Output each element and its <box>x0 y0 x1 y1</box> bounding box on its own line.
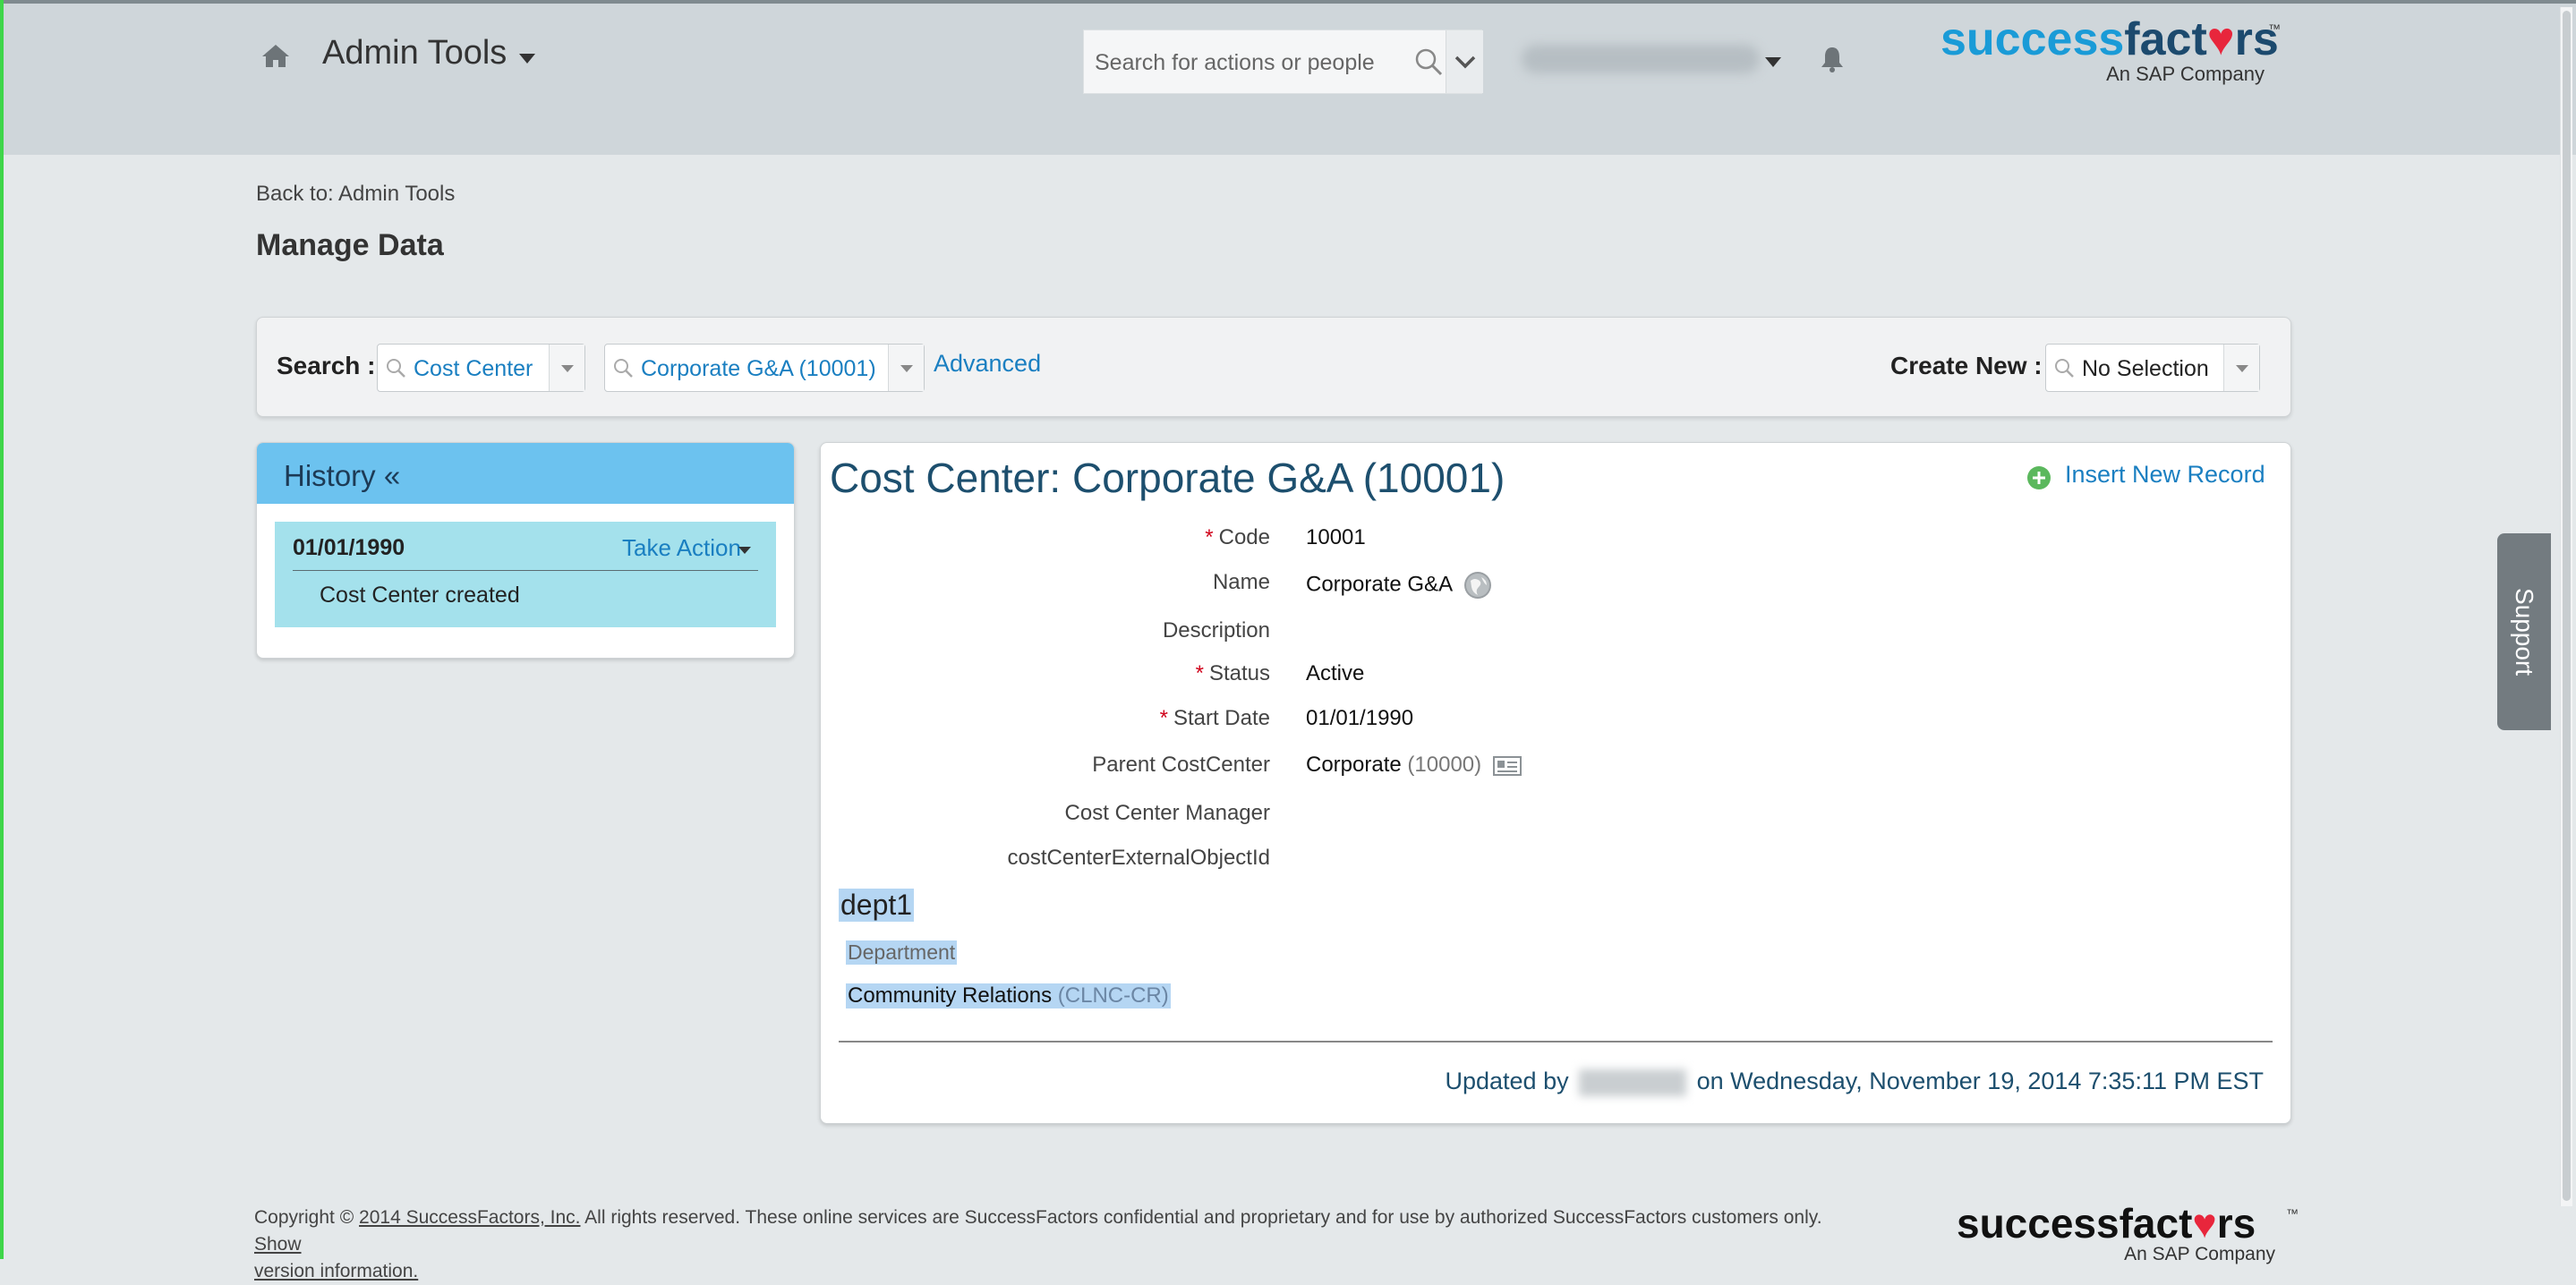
chevron-down-icon[interactable] <box>2223 345 2259 391</box>
page-title: Manage Data <box>256 228 444 262</box>
search-icon <box>614 359 633 378</box>
window-frame-top <box>0 0 2576 4</box>
add-circle-icon[interactable] <box>2026 464 2052 491</box>
create-new-value[interactable]: No Selection <box>2082 356 2209 382</box>
home-icon[interactable] <box>260 41 292 70</box>
field-label-description: Description <box>1162 618 1270 642</box>
app-menu-caret-icon[interactable] <box>519 54 535 64</box>
show-version-link-part2[interactable]: version information. <box>254 1261 418 1281</box>
take-action-menu[interactable]: Take Action <box>622 534 741 562</box>
field-label-code: * Code <box>1205 525 1270 549</box>
object-record-value[interactable]: Corporate G&A (10001) <box>641 356 876 382</box>
object-type-combo[interactable]: Cost Center <box>377 344 585 392</box>
user-menu-caret-icon[interactable] <box>1765 57 1781 67</box>
search-input[interactable]: Search for actions or people <box>1095 50 1375 76</box>
chevron-down-icon[interactable] <box>888 345 924 391</box>
footer-copyright: Copyright © 2014 SuccessFactors, Inc. Al… <box>254 1207 1822 1281</box>
create-new-label: Create New : <box>1890 352 2043 379</box>
dept-field-value: Community Relations (CLNC-CR) <box>846 983 1171 1008</box>
field-label-parent-costcenter: Parent CostCenter <box>1092 753 1270 777</box>
advanced-search-link[interactable]: Advanced <box>934 350 1041 378</box>
field-value-name: Corporate G&A <box>1306 570 1493 600</box>
field-label-cost-center-manager: Cost Center Manager <box>1064 801 1270 825</box>
global-search-box[interactable]: Search for actions or people <box>1083 30 1483 94</box>
create-new-combo[interactable]: No Selection <box>2045 344 2260 392</box>
successfactors-logo: successfact♥rs ™ An SAP Company <box>1941 13 2281 85</box>
history-entry[interactable]: 01/01/1990 Take Action Cost Center creat… <box>275 522 776 627</box>
field-label-name: Name <box>1212 570 1270 594</box>
object-record-combo[interactable]: Corporate G&A (10001) <box>604 344 925 392</box>
field-value-status: Active <box>1306 661 1365 685</box>
copyright-link[interactable]: 2014 SuccessFactors, Inc. <box>359 1207 580 1228</box>
updated-by-line: Updated by on Wednesday, November 19, 20… <box>1445 1068 2264 1096</box>
scrollbar-thumb[interactable] <box>2563 11 2571 1201</box>
record-panel: Cost Center: Corporate G&A (10001) Inser… <box>820 442 2291 1124</box>
support-label[interactable]: Support <box>2510 588 2538 676</box>
support-tab[interactable]: Support <box>2497 533 2551 730</box>
history-panel: History « 01/01/1990 Take Action Cost Ce… <box>256 442 795 659</box>
search-icon[interactable] <box>1413 47 1444 77</box>
field-label-start-date: * Start Date <box>1159 706 1270 730</box>
back-to-admin-tools-link[interactable]: Back to: Admin Tools <box>256 182 455 207</box>
field-label-status: * Status <box>1195 661 1270 685</box>
field-value-code: 10001 <box>1306 525 1366 549</box>
search-label: Search : <box>277 352 376 379</box>
app-title[interactable]: Admin Tools <box>322 34 507 72</box>
bell-icon[interactable] <box>1819 45 1846 73</box>
object-type-value[interactable]: Cost Center <box>414 356 533 382</box>
history-entry-description: Cost Center created <box>320 583 520 608</box>
take-action-caret-icon[interactable] <box>738 547 751 554</box>
dept-field-label: Department <box>846 940 958 965</box>
record-divider <box>839 1041 2273 1042</box>
search-bar: Search : Cost Center Corporate G&A (1000… <box>256 317 2291 417</box>
page-scrollbar[interactable] <box>2560 7 2572 1206</box>
search-icon <box>2055 359 2074 378</box>
chevron-down-icon[interactable] <box>549 345 584 391</box>
history-header[interactable]: History « <box>257 443 794 504</box>
record-title: Cost Center: Corporate G&A (10001) <box>830 455 1506 501</box>
details-card-icon[interactable] <box>1492 755 1522 777</box>
search-icon <box>387 359 405 378</box>
field-label-external-object-id: costCenterExternalObjectId <box>1007 846 1270 870</box>
top-header: Admin Tools Search for actions or people… <box>0 0 2576 155</box>
history-title[interactable]: History « <box>284 459 400 493</box>
footer-successfactors-logo: successfact♥rs ™ An SAP Company <box>1957 1200 2299 1264</box>
field-value-parent-costcenter[interactable]: Corporate (10000) <box>1306 753 1522 778</box>
updated-by-user-blurred <box>1579 1068 1687 1096</box>
insert-new-record-link[interactable]: Insert New Record <box>2065 461 2265 489</box>
show-version-link-part1[interactable]: Show <box>254 1234 302 1255</box>
user-name-blurred[interactable] <box>1522 45 1760 73</box>
dept-section-title: dept1 <box>839 889 915 922</box>
globe-translation-icon[interactable] <box>1463 570 1493 600</box>
search-options-button[interactable] <box>1446 30 1483 93</box>
window-frame-left <box>0 0 4 1259</box>
history-entry-date[interactable]: 01/01/1990 <box>293 535 405 561</box>
field-value-start-date: 01/01/1990 <box>1306 706 1414 730</box>
chevron-down-icon <box>1454 55 1476 69</box>
history-entry-divider <box>293 570 758 571</box>
